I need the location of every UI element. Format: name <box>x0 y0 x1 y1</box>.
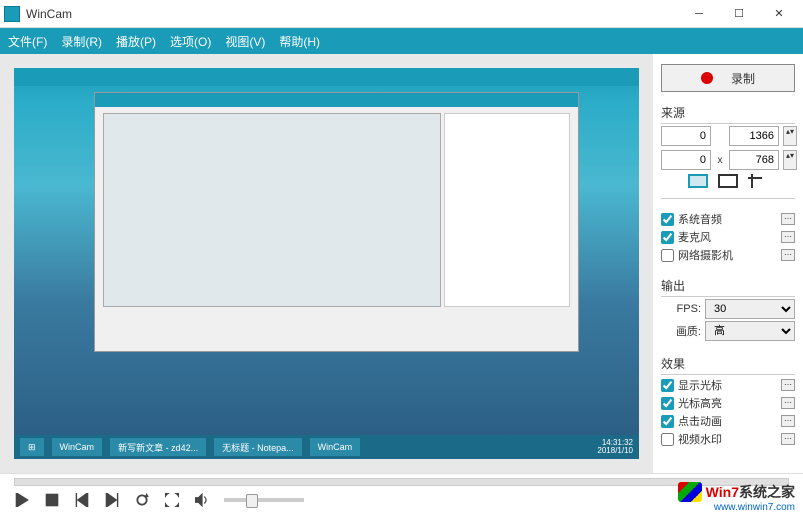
more-icon[interactable]: ⋯ <box>781 249 795 261</box>
taskbar-item: 无标题 - Notepa... <box>214 438 302 456</box>
click-label: 点击动画 <box>678 413 777 429</box>
highlight-label: 光标高亮 <box>678 395 777 411</box>
spinner-icon[interactable]: ▴▾ <box>783 150 797 170</box>
taskbar-item: 新写新文章 - zd42... <box>110 438 206 456</box>
coord-x2[interactable] <box>729 126 779 146</box>
next-button[interactable] <box>104 492 120 508</box>
taskbar-item: WinCam <box>310 438 361 456</box>
menu-file[interactable]: 文件(F) <box>8 33 47 50</box>
menu-help[interactable]: 帮助(H) <box>279 33 320 50</box>
preview-area: ⊞ WinCam 新写新文章 - zd42... 无标题 - Notepa...… <box>0 54 653 473</box>
minimize-button[interactable]: ─ <box>679 0 719 28</box>
coord-sep: x <box>715 155 725 166</box>
maximize-button[interactable]: ☐ <box>719 0 759 28</box>
quality-select[interactable]: 高 <box>705 321 795 341</box>
highlight-checkbox[interactable] <box>661 397 674 410</box>
more-icon[interactable]: ⋯ <box>781 231 795 243</box>
progress-track[interactable] <box>14 478 789 486</box>
sidebar: 录制 来源 ▴▾ x ▴▾ <box>653 54 803 473</box>
webcam-checkbox[interactable] <box>661 249 674 262</box>
fullscreen-button[interactable] <box>164 492 180 508</box>
click-checkbox[interactable] <box>661 415 674 428</box>
shape-window-icon[interactable] <box>718 174 738 188</box>
volume-slider[interactable] <box>224 498 304 502</box>
shape-region-icon[interactable] <box>748 174 768 188</box>
more-icon[interactable]: ⋯ <box>781 379 795 391</box>
coord-y1[interactable] <box>661 150 711 170</box>
shape-fullscreen-icon[interactable] <box>688 174 708 188</box>
record-button[interactable]: 录制 <box>661 64 795 92</box>
menubar: 文件(F) 录制(R) 播放(P) 选项(O) 视图(V) 帮助(H) <box>0 28 803 54</box>
preview-taskbar: ⊞ WinCam 新写新文章 - zd42... 无标题 - Notepa...… <box>14 435 639 459</box>
fps-label: FPS: <box>661 303 701 315</box>
webcam-label: 网络摄影机 <box>678 247 777 263</box>
player-bar <box>0 473 803 521</box>
loop-button[interactable] <box>134 492 150 508</box>
coord-x1[interactable] <box>661 126 711 146</box>
volume-button[interactable] <box>194 492 210 508</box>
fps-select[interactable]: 30 <box>705 299 795 319</box>
more-icon[interactable]: ⋯ <box>781 213 795 225</box>
quality-label: 画质: <box>661 323 701 339</box>
record-icon <box>701 72 713 84</box>
menu-options[interactable]: 选项(O) <box>170 33 211 50</box>
mic-label: 麦克风 <box>678 229 777 245</box>
menu-play[interactable]: 播放(P) <box>116 33 156 50</box>
preview-image: ⊞ WinCam 新写新文章 - zd42... 无标题 - Notepa...… <box>14 68 639 459</box>
prev-button[interactable] <box>74 492 90 508</box>
cursor-label: 显示光标 <box>678 377 777 393</box>
watermark-label: 视频水印 <box>678 431 777 447</box>
mic-checkbox[interactable] <box>661 231 674 244</box>
menu-view[interactable]: 视图(V) <box>225 33 265 50</box>
coord-y2[interactable] <box>729 150 779 170</box>
more-icon[interactable]: ⋯ <box>781 415 795 427</box>
system-audio-checkbox[interactable] <box>661 213 674 226</box>
source-title: 来源 <box>661 104 795 121</box>
titlebar: WinCam ─ ☐ ✕ <box>0 0 803 28</box>
record-label: 录制 <box>731 70 755 87</box>
play-button[interactable] <box>14 492 30 508</box>
spinner-icon[interactable]: ▴▾ <box>783 126 797 146</box>
taskbar-start: ⊞ <box>20 438 44 456</box>
watermark-checkbox[interactable] <box>661 433 674 446</box>
app-icon <box>4 6 20 22</box>
menu-record[interactable]: 录制(R) <box>61 33 102 50</box>
window-title: WinCam <box>26 7 679 21</box>
cursor-checkbox[interactable] <box>661 379 674 392</box>
close-button[interactable]: ✕ <box>759 0 799 28</box>
taskbar-clock: 14:31:32 2018/1/10 <box>597 439 633 455</box>
effects-title: 效果 <box>661 355 795 372</box>
output-title: 输出 <box>661 277 795 294</box>
stop-button[interactable] <box>44 492 60 508</box>
more-icon[interactable]: ⋯ <box>781 433 795 445</box>
system-audio-label: 系统音频 <box>678 211 777 227</box>
more-icon[interactable]: ⋯ <box>781 397 795 409</box>
taskbar-item: WinCam <box>52 438 103 456</box>
